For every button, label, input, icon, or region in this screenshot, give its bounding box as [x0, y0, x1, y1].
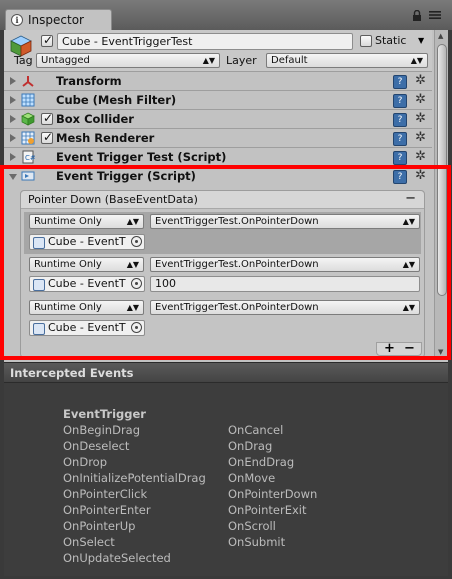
- help-icon[interactable]: ?: [393, 113, 407, 127]
- script-icon: C#: [22, 150, 35, 164]
- gear-icon[interactable]: ✲: [415, 131, 426, 145]
- static-checkbox[interactable]: [360, 35, 372, 47]
- mesh-filter-icon: [21, 93, 35, 107]
- left-event-column: OnBeginDrag OnDeselect OnDrop OnInitiali…: [63, 423, 206, 567]
- event-name: OnMove: [228, 471, 276, 485]
- component-title: Box Collider: [56, 112, 134, 126]
- event-name: OnEndDrag: [228, 455, 295, 469]
- help-icon[interactable]: ?: [393, 132, 407, 146]
- intercepted-events-title: Intercepted Events: [10, 366, 134, 380]
- box-collider-icon: [21, 112, 35, 126]
- help-icon[interactable]: ?: [393, 151, 407, 165]
- component-mesh-filter[interactable]: Cube (Mesh Filter) ? ✲: [4, 90, 432, 109]
- component-box-collider[interactable]: Box Collider ? ✲: [4, 109, 432, 128]
- event-name: OnPointerExit: [228, 503, 307, 517]
- object-name-field[interactable]: Cube - EventTriggerTest: [57, 33, 353, 50]
- event-name: OnPointerClick: [63, 487, 148, 501]
- event-name: OnSelect: [63, 535, 115, 549]
- lock-icon[interactable]: [410, 9, 423, 23]
- event-name: OnDrop: [63, 455, 108, 469]
- static-dropdown-icon[interactable]: ▼: [418, 36, 424, 45]
- event-name: OnScroll: [228, 519, 276, 533]
- component-event-trigger-test[interactable]: C# Event Trigger Test (Script) ? ✲: [4, 147, 432, 166]
- transform-icon: [22, 76, 34, 87]
- event-name: OnDrag: [228, 439, 273, 453]
- chevron-down-icon: ▲▼: [202, 56, 215, 65]
- static-label: Static: [375, 34, 407, 47]
- event-name: OnCancel: [228, 423, 284, 437]
- foldout-arrow-icon[interactable]: [10, 134, 16, 142]
- tab-inspector[interactable]: i Inspector: [5, 9, 112, 31]
- event-name: OnPointerUp: [63, 519, 136, 533]
- scroll-up-icon[interactable]: ▲: [438, 32, 443, 40]
- box-collider-enabled-checkbox[interactable]: [41, 111, 53, 125]
- tag-dropdown[interactable]: Untagged ▲▼: [36, 53, 220, 68]
- intercepted-events-panel: Intercepted Events EventTrigger OnBeginD…: [4, 362, 448, 576]
- layer-label: Layer: [226, 54, 257, 67]
- tag-value: Untagged: [41, 55, 90, 66]
- foldout-arrow-icon[interactable]: [10, 96, 16, 104]
- mesh-renderer-enabled-checkbox[interactable]: [41, 130, 53, 144]
- event-name: OnUpdateSelected: [63, 551, 171, 565]
- active-checkbox[interactable]: [41, 33, 53, 47]
- event-name: OnBeginDrag: [63, 423, 141, 437]
- highlight-box: [0, 165, 451, 360]
- component-transform[interactable]: Transform ? ✲: [4, 71, 432, 90]
- foldout-arrow-icon[interactable]: [10, 77, 16, 85]
- gear-icon[interactable]: ✲: [415, 74, 426, 88]
- gear-icon[interactable]: ✲: [415, 150, 426, 164]
- gear-icon[interactable]: ✲: [415, 93, 426, 107]
- event-name: OnPointerDown: [228, 487, 318, 501]
- svg-text:C#: C#: [25, 154, 35, 162]
- foldout-arrow-icon[interactable]: [10, 115, 16, 123]
- component-title: Cube (Mesh Filter): [56, 93, 177, 107]
- event-name: OnDeselect: [63, 439, 130, 453]
- object-header: Cube - EventTriggerTest Static ▼ Tag Unt…: [4, 30, 432, 72]
- help-icon[interactable]: ?: [393, 75, 407, 89]
- component-mesh-renderer[interactable]: Mesh Renderer ? ✲: [4, 128, 432, 147]
- menu-icon[interactable]: [428, 10, 441, 23]
- tab-bar: i Inspector: [0, 0, 452, 31]
- component-title: Mesh Renderer: [56, 131, 155, 145]
- component-title: Event Trigger Test (Script): [56, 150, 227, 164]
- layer-dropdown[interactable]: Default ▲▼: [266, 53, 428, 68]
- right-event-column: OnCancel OnDrag OnEndDrag OnMove OnPoint…: [228, 423, 317, 551]
- info-icon: i: [11, 14, 23, 26]
- chevron-down-icon: ▲▼: [410, 56, 423, 65]
- gear-icon[interactable]: ✲: [415, 112, 426, 126]
- layer-value: Default: [271, 55, 308, 66]
- intercepted-events-header: Intercepted Events: [4, 363, 448, 383]
- tab-inspector-label: Inspector: [28, 13, 84, 27]
- event-class-name: EventTrigger: [63, 407, 146, 421]
- event-name: OnPointerEnter: [63, 503, 151, 517]
- mesh-renderer-icon: [21, 131, 35, 145]
- component-title: Transform: [56, 74, 122, 88]
- event-name: OnInitializePotentialDrag: [63, 471, 206, 485]
- tag-label: Tag: [14, 54, 33, 67]
- foldout-arrow-icon[interactable]: [10, 153, 16, 161]
- event-name: OnSubmit: [228, 535, 286, 549]
- help-icon[interactable]: ?: [393, 94, 407, 108]
